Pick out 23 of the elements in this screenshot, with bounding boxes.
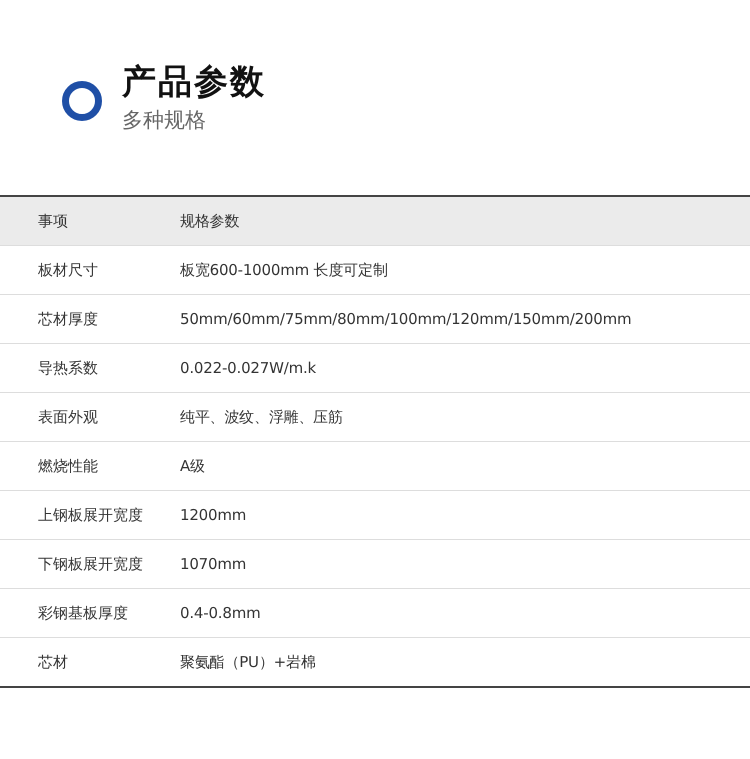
column-header: 规格参数 — [180, 212, 240, 230]
table-cell-text: 芯材 — [37, 652, 69, 672]
ring-icon — [62, 80, 102, 120]
table-cell-text: 燃烧性能 — [37, 456, 99, 476]
table-cell-text: 板材尺寸 — [37, 260, 99, 280]
table-cell: 1070mm — [180, 555, 246, 573]
column-header: 事项 — [37, 212, 69, 230]
table-cell: 0.022-0.027W/m.k — [180, 359, 316, 377]
table-cell-text: 彩钢基板厚度 — [37, 604, 129, 622]
section-subtitle: 多种规格 — [122, 106, 207, 134]
section-title: 产品参数 — [122, 62, 266, 102]
table-cell: 板宽600-1000mm 长度可定制 — [180, 260, 388, 280]
table-cell-text: 上钢板展开宽度 — [37, 506, 144, 524]
table-cell: 0.4-0.8mm — [180, 604, 261, 622]
table-cell: 1200mm — [180, 506, 246, 524]
table-cell: A级 — [180, 456, 205, 476]
table-cell-text: 芯材厚度 — [37, 310, 99, 328]
table-cell: 纯平、波纹、浮雕、压筋 — [180, 408, 343, 426]
table-cell: 聚氨酯（PU）+岩棉 — [180, 652, 316, 672]
table-cell: 50mm/60mm/75mm/80mm/100mm/120mm/150mm/200mm — [180, 310, 632, 328]
table-cell-text: 表面外观 — [37, 408, 99, 426]
table-cell-text: 下钢板展开宽度 — [37, 554, 144, 574]
table-cell-text: 导热系数 — [37, 358, 99, 378]
